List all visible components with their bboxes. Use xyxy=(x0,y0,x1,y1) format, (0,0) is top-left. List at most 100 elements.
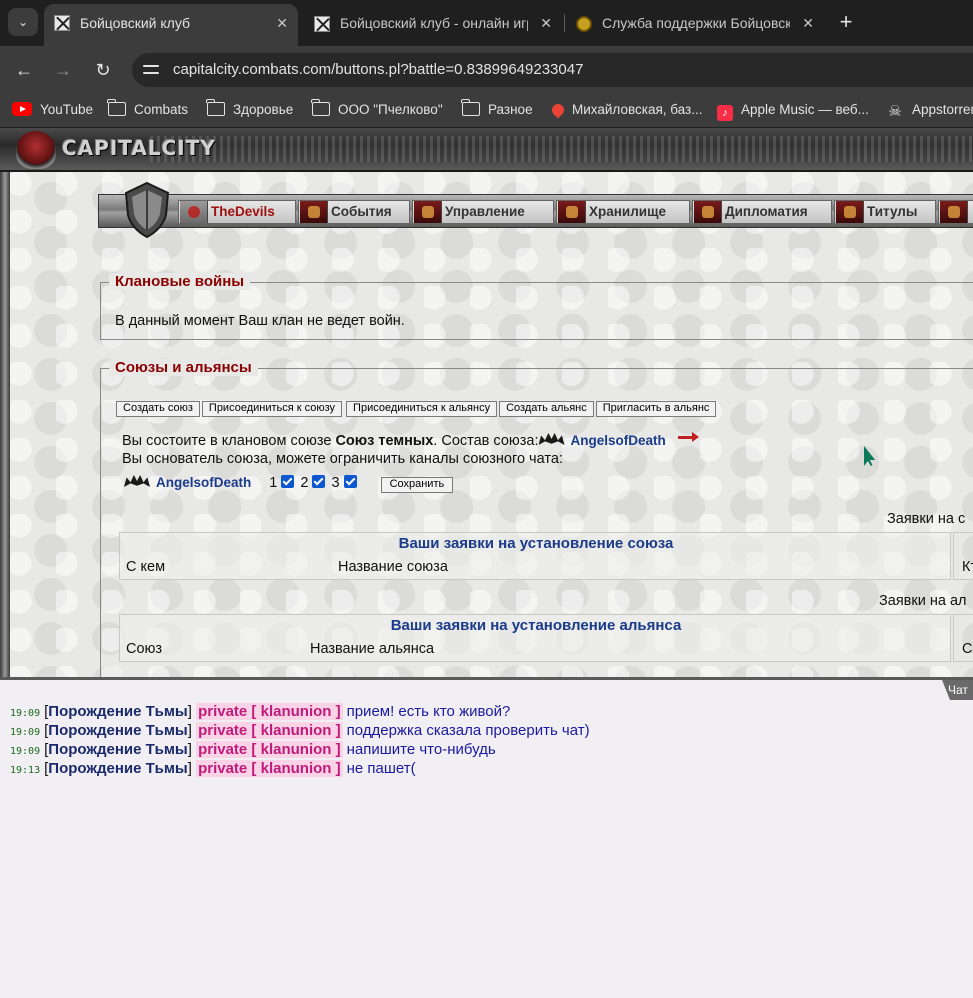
tab-support[interactable]: Служба поддержки Бойцовско ✕ xyxy=(566,6,824,40)
chat-message: 19:09 [Порождение Тьмы] private [ klanuni… xyxy=(10,703,511,720)
join-alliance-button[interactable]: Присоединиться к альянсу xyxy=(346,401,498,417)
union-requests-table: Ваши заявки на установление союза С кем … xyxy=(119,532,951,580)
management-icon xyxy=(414,201,442,223)
membership-suffix: . Состав союза: xyxy=(433,433,539,449)
message-nick[interactable]: Порождение Тьмы xyxy=(48,760,187,777)
support-favicon-icon xyxy=(576,16,592,32)
message-channel[interactable]: private [ klanunion ] xyxy=(196,722,343,739)
channel-3-checkbox[interactable] xyxy=(343,475,357,488)
menu-item-label: Хранилище xyxy=(589,204,666,219)
message-time[interactable]: 19:09 xyxy=(10,746,40,757)
menu-item-more[interactable] xyxy=(938,200,973,224)
column-header: С кем xyxy=(126,559,166,575)
message-channel[interactable]: private [ klanunion ] xyxy=(196,703,343,720)
close-icon[interactable]: ✕ xyxy=(540,6,552,40)
close-icon[interactable]: ✕ xyxy=(276,4,288,42)
message-time[interactable]: 19:13 xyxy=(10,765,40,776)
city-emblem-icon xyxy=(16,131,56,169)
music-note-icon: ♪ xyxy=(717,105,733,121)
bookmark-appstorrent[interactable]: ☠ Appstorrent xyxy=(886,94,973,127)
create-union-button[interactable]: Создать союз xyxy=(116,401,200,417)
diplomacy-icon xyxy=(694,201,722,223)
member-clan-link[interactable]: AngelsofDeath xyxy=(571,433,666,448)
forward-arrow-icon[interactable]: → xyxy=(49,56,77,84)
message-time[interactable]: 19:09 xyxy=(10,708,40,719)
channel-2-checkbox[interactable] xyxy=(312,475,326,488)
message-nick[interactable]: Порождение Тьмы xyxy=(48,703,187,720)
leave-union-arrow-icon[interactable] xyxy=(676,429,700,445)
menu-item-diplomacy[interactable]: Дипломатия xyxy=(692,200,832,224)
bookmark-youtube[interactable]: YouTube xyxy=(12,94,94,127)
bookmark-label: Здоровье xyxy=(233,102,294,117)
scroll-icon xyxy=(940,201,968,223)
chat-area: 19:09 [Порождение Тьмы] private [ klanuni… xyxy=(0,680,973,998)
incoming-union-requests-title: Заявки на с xyxy=(887,511,966,527)
shield-icon xyxy=(124,181,170,239)
channel-1-label: 1 xyxy=(269,475,278,491)
bookmark-mikhailovskaya[interactable]: Михайловская, баз... xyxy=(549,94,703,127)
union-requests-title: Ваши заявки на установление союза xyxy=(398,535,674,552)
bookmark-label: Михайловская, баз... xyxy=(572,102,703,117)
menu-item-titles[interactable]: Титулы xyxy=(834,200,936,224)
reload-icon[interactable]: ↻ xyxy=(89,56,117,84)
alliance-requests-title: Ваши заявки на установление альянса xyxy=(390,617,682,634)
alliances-section: Союзы и альянсы Создать союз Присоединить… xyxy=(100,359,973,677)
menu-item-clan[interactable]: TheDevils xyxy=(178,200,296,224)
game-top-frame: CAPITALCITY xyxy=(0,128,973,172)
bookmark-label: Appstorrent xyxy=(912,102,973,117)
save-channels-button[interactable]: Сохранить xyxy=(380,477,454,493)
menu-item-label: Дипломатия xyxy=(725,204,808,219)
channel-1-checkbox[interactable] xyxy=(281,475,295,488)
youtube-icon xyxy=(12,102,32,116)
tab-search-button[interactable]: ⌄ xyxy=(8,8,38,36)
alliance-actions: Создать союз Присоединиться к союзу Присое… xyxy=(116,401,718,417)
bookmark-pchelkovo[interactable]: ООО "Пчелково" xyxy=(311,94,443,127)
message-nick[interactable]: Порождение Тьмы xyxy=(48,741,187,758)
menu-item-label: Титулы xyxy=(867,204,918,219)
message-time[interactable]: 19:09 xyxy=(10,727,40,738)
message-channel[interactable]: private [ klanunion ] xyxy=(196,760,343,777)
storage-icon xyxy=(558,201,586,223)
menu-item-management[interactable]: Управление xyxy=(412,200,554,224)
menu-item-storage[interactable]: Хранилище xyxy=(556,200,690,224)
bookmark-combats[interactable]: Combats xyxy=(107,94,188,127)
channel-2-label: 2 xyxy=(300,475,309,491)
combats-favicon-icon xyxy=(314,16,330,32)
incoming-union-table: Кт xyxy=(953,532,973,580)
game-left-frame xyxy=(0,172,10,677)
devil-icon xyxy=(180,201,208,223)
bookmark-label: YouTube xyxy=(40,102,94,117)
message-nick[interactable]: Порождение Тьмы xyxy=(48,722,187,739)
tab-combats-online[interactable]: Бойцовский клуб - онлайн игр ✕ xyxy=(304,6,562,40)
close-icon[interactable]: ✕ xyxy=(802,6,814,40)
new-tab-plus-icon[interactable]: + xyxy=(832,6,860,38)
invite-to-alliance-button[interactable]: Пригласить в альянс xyxy=(595,401,717,417)
founder-notice: Вы основатель союза, можете ограничить к… xyxy=(122,451,563,467)
create-alliance-button[interactable]: Создать альянс xyxy=(499,401,594,417)
column-header: Союз xyxy=(126,641,163,657)
url-text: capitalcity.combats.com/buttons.pl?battl… xyxy=(173,61,584,78)
clan-wars-status: В данный момент Ваш клан не ведет войн. xyxy=(115,313,405,329)
clan-bat-icon xyxy=(539,431,565,447)
alliance-requests-table: Ваши заявки на установление альянса Союз… xyxy=(119,614,951,662)
menu-item-events[interactable]: События xyxy=(298,200,410,224)
join-union-button[interactable]: Присоединиться к союзу xyxy=(201,401,343,417)
tab-combats-active[interactable]: Бойцовский клуб ✕ xyxy=(44,4,298,46)
back-arrow-icon[interactable]: ← xyxy=(10,56,38,84)
message-text: поддержка сказала проверить чат) xyxy=(346,722,590,739)
channel-clan-link[interactable]: AngelsofDeath xyxy=(156,475,251,490)
combats-favicon-icon xyxy=(54,15,70,31)
membership-prefix: Вы состоите в клановом союзе xyxy=(122,433,336,449)
menu-item-label: Управление xyxy=(445,204,525,219)
folder-icon xyxy=(107,99,126,116)
titles-icon xyxy=(836,201,864,223)
site-settings-icon[interactable] xyxy=(142,61,160,79)
bookmark-apple-music[interactable]: ♪ Apple Music — веб... xyxy=(717,94,869,127)
address-bar[interactable]: capitalcity.combats.com/buttons.pl?battl… xyxy=(132,53,973,87)
bookmarks-bar: YouTube Combats Здоровье ООО "Пчелково" … xyxy=(0,94,973,128)
message-channel[interactable]: private [ klanunion ] xyxy=(196,741,343,758)
clan-wars-title: Клановые войны xyxy=(109,273,251,290)
bookmark-health[interactable]: Здоровье xyxy=(206,94,294,127)
folder-icon xyxy=(311,99,330,116)
bookmark-misc[interactable]: Разное xyxy=(461,94,533,127)
